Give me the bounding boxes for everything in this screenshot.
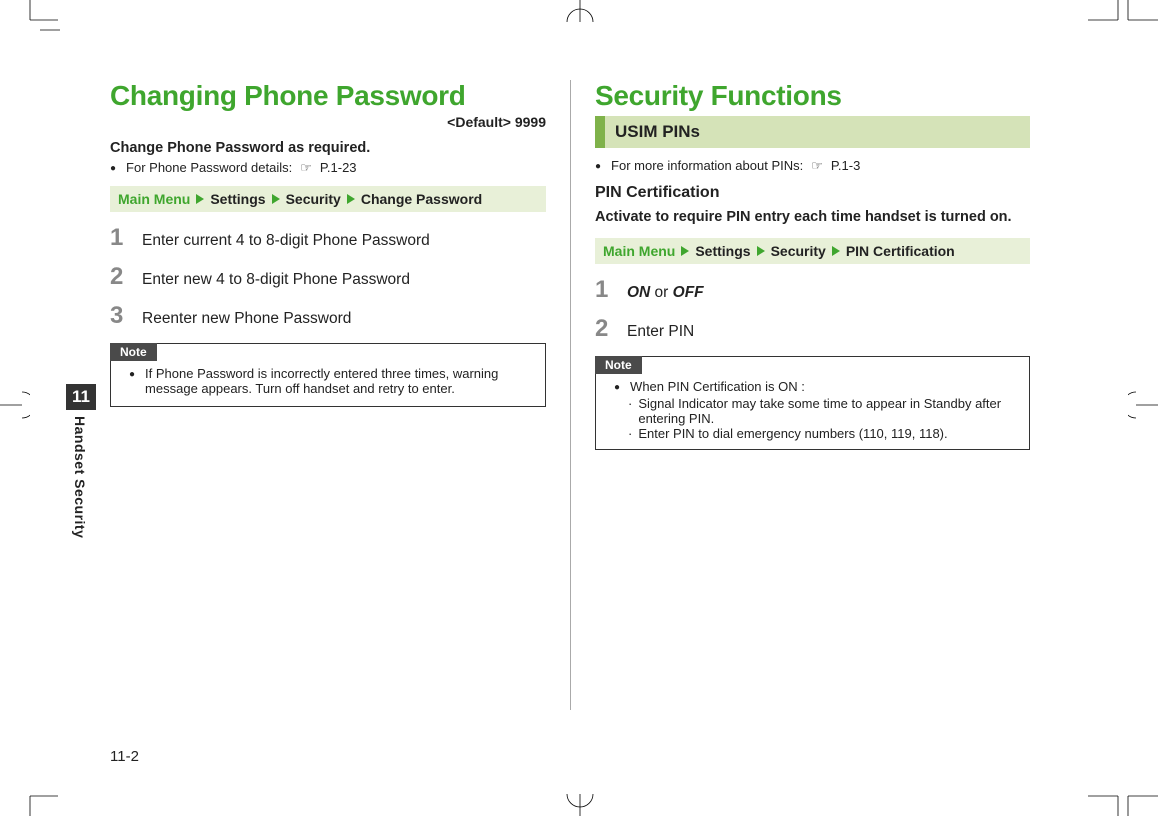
step-number: 1: [110, 226, 128, 250]
chapter-number: 11: [66, 384, 96, 410]
note-text: If Phone Password is incorrectly entered…: [145, 366, 535, 396]
right-intro: Activate to require PIN entry each time …: [595, 208, 1030, 228]
step-number: 2: [110, 265, 128, 289]
right-title: Security Functions: [595, 80, 1030, 112]
detail-prefix: For Phone Password details:: [126, 160, 292, 175]
left-title: Changing Phone Password: [110, 80, 546, 112]
page-number: 11-2: [110, 748, 139, 765]
section-heading: USIM PINs: [595, 116, 1030, 148]
step-row: 1 Enter current 4 to 8-digit Phone Passw…: [110, 226, 546, 251]
option-off: OFF: [673, 284, 704, 301]
step-text: ON or OFF: [627, 283, 1030, 303]
step-text: Reenter new Phone Password: [142, 309, 546, 329]
dot-icon: ·: [628, 426, 632, 441]
note-sub-text: Enter PIN to dial emergency numbers (110…: [638, 426, 947, 441]
pointer-icon: ☞: [811, 158, 823, 174]
step-text: Enter current 4 to 8-digit Phone Passwor…: [142, 231, 546, 251]
left-note-box: Note If Phone Password is incorrectly en…: [110, 343, 546, 407]
default-value: <Default> 9999: [110, 114, 546, 130]
bullet-icon: [110, 160, 120, 175]
step-text: Enter new 4 to 8-digit Phone Password: [142, 270, 546, 290]
right-info-ref: For more information about PINs: ☞ P.1-3: [595, 158, 1030, 174]
left-column: Changing Phone Password <Default> 9999 C…: [110, 80, 570, 710]
triangle-icon: [347, 194, 355, 204]
bullet-icon: [595, 158, 605, 173]
step-row: 3 Reenter new Phone Password: [110, 304, 546, 329]
page-content: Changing Phone Password <Default> 9999 C…: [110, 80, 1050, 710]
nav-item: Security: [286, 191, 341, 207]
step-row: 2 Enter PIN: [595, 317, 1030, 342]
option-on: ON: [627, 284, 650, 301]
note-label: Note: [595, 356, 642, 374]
right-note-box: Note When PIN Certification is ON : · Si…: [595, 356, 1030, 450]
triangle-icon: [196, 194, 204, 204]
step-number: 2: [595, 317, 613, 341]
nav-item: Settings: [695, 243, 750, 259]
option-or: or: [650, 284, 672, 301]
nav-item: Settings: [210, 191, 265, 207]
step-row: 2 Enter new 4 to 8-digit Phone Password: [110, 265, 546, 290]
info-page-ref: P.1-3: [831, 158, 860, 173]
step-row: 1 ON or OFF: [595, 278, 1030, 303]
dot-icon: ·: [628, 396, 632, 426]
triangle-icon: [681, 246, 689, 256]
step-text: Enter PIN: [627, 322, 1030, 342]
note-lead: When PIN Certification is ON :: [630, 379, 805, 394]
right-nav-path: Main Menu Settings Security PIN Certific…: [595, 238, 1030, 264]
bullet-icon: [129, 366, 139, 396]
left-detail-ref: For Phone Password details: ☞ P.1-23: [110, 160, 546, 176]
triangle-icon: [832, 246, 840, 256]
bullet-icon: [614, 379, 624, 394]
chapter-label: Handset Security: [72, 416, 88, 538]
info-prefix: For more information about PINs:: [611, 158, 803, 173]
triangle-icon: [757, 246, 765, 256]
left-intro: Change Phone Password as required.: [110, 140, 546, 156]
note-label: Note: [110, 343, 157, 361]
nav-item: Main Menu: [603, 243, 675, 259]
detail-page-ref: P.1-23: [320, 160, 357, 175]
left-nav-path: Main Menu Settings Security Change Passw…: [110, 186, 546, 212]
nav-item: PIN Certification: [846, 243, 955, 259]
step-number: 3: [110, 304, 128, 328]
right-column: Security Functions USIM PINs For more in…: [570, 80, 1030, 710]
chapter-tab: 11 Handset Security: [66, 384, 96, 538]
nav-item: Change Password: [361, 191, 482, 207]
sub-heading: PIN Certification: [595, 184, 1030, 202]
pointer-icon: ☞: [300, 160, 312, 176]
triangle-icon: [272, 194, 280, 204]
nav-item: Main Menu: [118, 191, 190, 207]
step-number: 1: [595, 278, 613, 302]
nav-item: Security: [771, 243, 826, 259]
note-sub-text: Signal Indicator may take some time to a…: [638, 396, 1019, 426]
